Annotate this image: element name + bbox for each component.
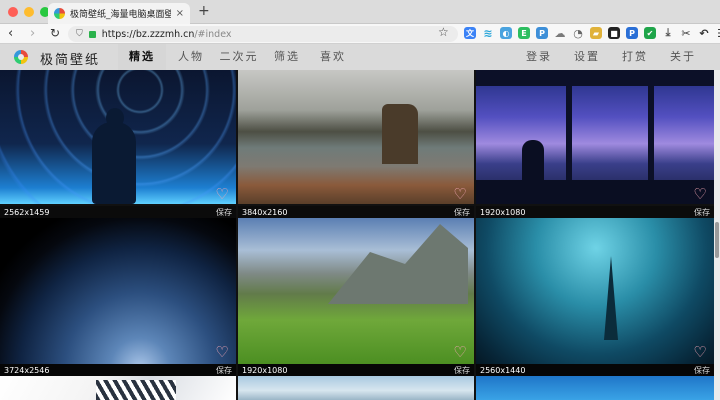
- favorite-heart-icon[interactable]: ♡: [692, 186, 708, 202]
- site-logo-text[interactable]: 极简壁纸: [40, 49, 100, 68]
- girl-silhouette: [522, 140, 544, 182]
- wallpaper-tile[interactable]: 1920x1080 保存 ♡: [476, 206, 714, 364]
- favorite-heart-icon[interactable]: ♡: [214, 344, 230, 360]
- bookmark-star-icon[interactable]: ☆: [438, 25, 449, 39]
- tab-close-icon[interactable]: ×: [176, 8, 184, 19]
- wallpaper-tile[interactable]: ♡: [238, 70, 474, 204]
- nav-login[interactable]: 登录: [518, 44, 560, 70]
- address-bar[interactable]: ⛉ https://bz.zzzmh.cn/#index: [68, 26, 458, 42]
- wallpaper-tile[interactable]: 2560x1440 保存: [476, 364, 714, 400]
- url-text[interactable]: https://bz.zzzmh.cn/#index: [102, 29, 232, 40]
- browser-tab-bar: 极简壁纸_海量电脑桌面壁纸美 × +: [0, 0, 720, 24]
- evernote-icon[interactable]: E: [518, 27, 530, 39]
- nav-people[interactable]: 人物: [170, 44, 212, 70]
- figure-silhouette: [92, 122, 136, 204]
- p-ext-icon[interactable]: P: [626, 27, 638, 39]
- site-logo-icon[interactable]: [14, 50, 28, 64]
- chat-icon[interactable]: ◐: [500, 27, 512, 39]
- wallpaper-tile[interactable]: ♡: [0, 70, 236, 204]
- window-controls: [8, 7, 50, 17]
- save-button[interactable]: 保存: [216, 365, 232, 376]
- window-sill: [476, 180, 714, 204]
- resolution-bar: 2560x1440 保存: [476, 364, 714, 376]
- close-window-button[interactable]: [8, 7, 18, 17]
- site-header: 极简壁纸 精选 人物 二次元 筛选 喜欢 登录 设置 打赏 关于: [0, 44, 720, 70]
- site-favicon-icon: [54, 8, 65, 19]
- abstract-pattern: [96, 380, 176, 400]
- lock-icon[interactable]: [88, 30, 96, 38]
- page-scrollbar[interactable]: [714, 70, 720, 400]
- wallpaper-tile[interactable]: 1920x1080 保存: [238, 364, 474, 400]
- forward-button[interactable]: ›: [30, 26, 35, 41]
- favorite-heart-icon[interactable]: ♡: [452, 186, 468, 202]
- scrollbar-thumb[interactable]: [715, 222, 719, 258]
- nav-donate[interactable]: 打赏: [614, 44, 656, 70]
- tree-stump: [382, 104, 418, 164]
- back-button[interactable]: ‹: [8, 26, 13, 41]
- nav-likes[interactable]: 喜欢: [312, 44, 354, 70]
- gauge-icon[interactable]: ◔: [572, 27, 584, 40]
- figure-head: [106, 108, 124, 128]
- favorite-heart-icon[interactable]: ♡: [214, 186, 230, 202]
- menu-icon[interactable]: ☰: [716, 27, 720, 40]
- save-button[interactable]: 保存: [694, 207, 710, 218]
- tab-title: 极简壁纸_海量电脑桌面壁纸美: [70, 10, 171, 20]
- wallpaper-image[interactable]: [476, 218, 714, 364]
- pinterest-icon[interactable]: P: [536, 27, 548, 39]
- window-mullion: [648, 84, 654, 194]
- wifi-icon[interactable]: ≋: [482, 27, 494, 40]
- nav-filter[interactable]: 筛选: [266, 44, 308, 70]
- folder-icon[interactable]: ▰: [590, 27, 602, 39]
- shield-ext-icon[interactable]: ✔: [644, 27, 656, 39]
- resolution-bar: 1920x1080 保存: [238, 364, 474, 376]
- nav-about[interactable]: 关于: [662, 44, 704, 70]
- wallpaper-tile[interactable]: 3724x2546 保存: [0, 364, 236, 400]
- window-frame: [476, 70, 714, 86]
- dark-ext-icon[interactable]: ■: [608, 27, 620, 39]
- window-mullion: [566, 84, 572, 194]
- wallpaper-image[interactable]: [476, 376, 714, 400]
- wallpaper-tile[interactable]: 3840x2160 保存 ♡: [238, 206, 474, 364]
- favorite-heart-icon[interactable]: ♡: [692, 344, 708, 360]
- download-icon[interactable]: ⤓: [662, 26, 674, 39]
- browser-tab-active[interactable]: 极简壁纸_海量电脑桌面壁纸美 ×: [48, 3, 190, 24]
- wallpaper-tile[interactable]: 2562x1459 保存 ♡: [0, 206, 236, 364]
- resolution-label: 2562x1459: [4, 207, 50, 217]
- resolution-label: 3724x2546: [4, 365, 50, 375]
- minimize-window-button[interactable]: [24, 7, 34, 17]
- reload-button[interactable]: ↻: [50, 26, 60, 40]
- undo-icon[interactable]: ↶: [698, 27, 710, 40]
- shield-icon[interactable]: ⛉: [76, 29, 83, 39]
- resolution-bar: 3724x2546 保存: [0, 364, 236, 376]
- wallpaper-image[interactable]: [238, 376, 474, 400]
- resolution-bar: 3840x2160 保存: [238, 206, 474, 218]
- nav-featured[interactable]: 精选: [118, 44, 166, 70]
- resolution-label: 1920x1080: [242, 365, 288, 375]
- cloud-icon[interactable]: ☁: [554, 27, 566, 40]
- nav-anime[interactable]: 二次元: [216, 44, 262, 70]
- extensions-bar: 文≋◐EP☁◔▰■P✔⤓✂↶☰: [464, 26, 720, 40]
- save-button[interactable]: 保存: [216, 207, 232, 218]
- resolution-label: 1920x1080: [480, 207, 526, 217]
- save-button[interactable]: 保存: [454, 365, 470, 376]
- resolution-label: 3840x2160: [242, 207, 288, 217]
- wallpaper-tile[interactable]: ♡: [476, 70, 714, 204]
- wallpaper-image[interactable]: [238, 70, 474, 204]
- scissors-icon[interactable]: ✂: [680, 27, 692, 40]
- resolution-bar: 2562x1459 保存: [0, 206, 236, 218]
- browser-toolbar: ‹ › ↻ ⛉ https://bz.zzzmh.cn/#index ☆ 文 ≋ ◐…: [0, 24, 720, 44]
- new-tab-button[interactable]: +: [198, 3, 210, 19]
- favorite-heart-icon[interactable]: ♡: [452, 344, 468, 360]
- translate-icon[interactable]: 文: [464, 27, 476, 39]
- resolution-label: 2560x1440: [480, 365, 526, 375]
- nav-settings[interactable]: 设置: [566, 44, 608, 70]
- wallpaper-grid: ♡ ♡ ♡ 2562x1459 保存 ♡ 3840x2160 保存 ♡ 1920…: [0, 70, 714, 400]
- save-button[interactable]: 保存: [454, 207, 470, 218]
- wallpaper-image[interactable]: [0, 218, 236, 364]
- resolution-bar: 1920x1080 保存: [476, 206, 714, 218]
- save-button[interactable]: 保存: [694, 365, 710, 376]
